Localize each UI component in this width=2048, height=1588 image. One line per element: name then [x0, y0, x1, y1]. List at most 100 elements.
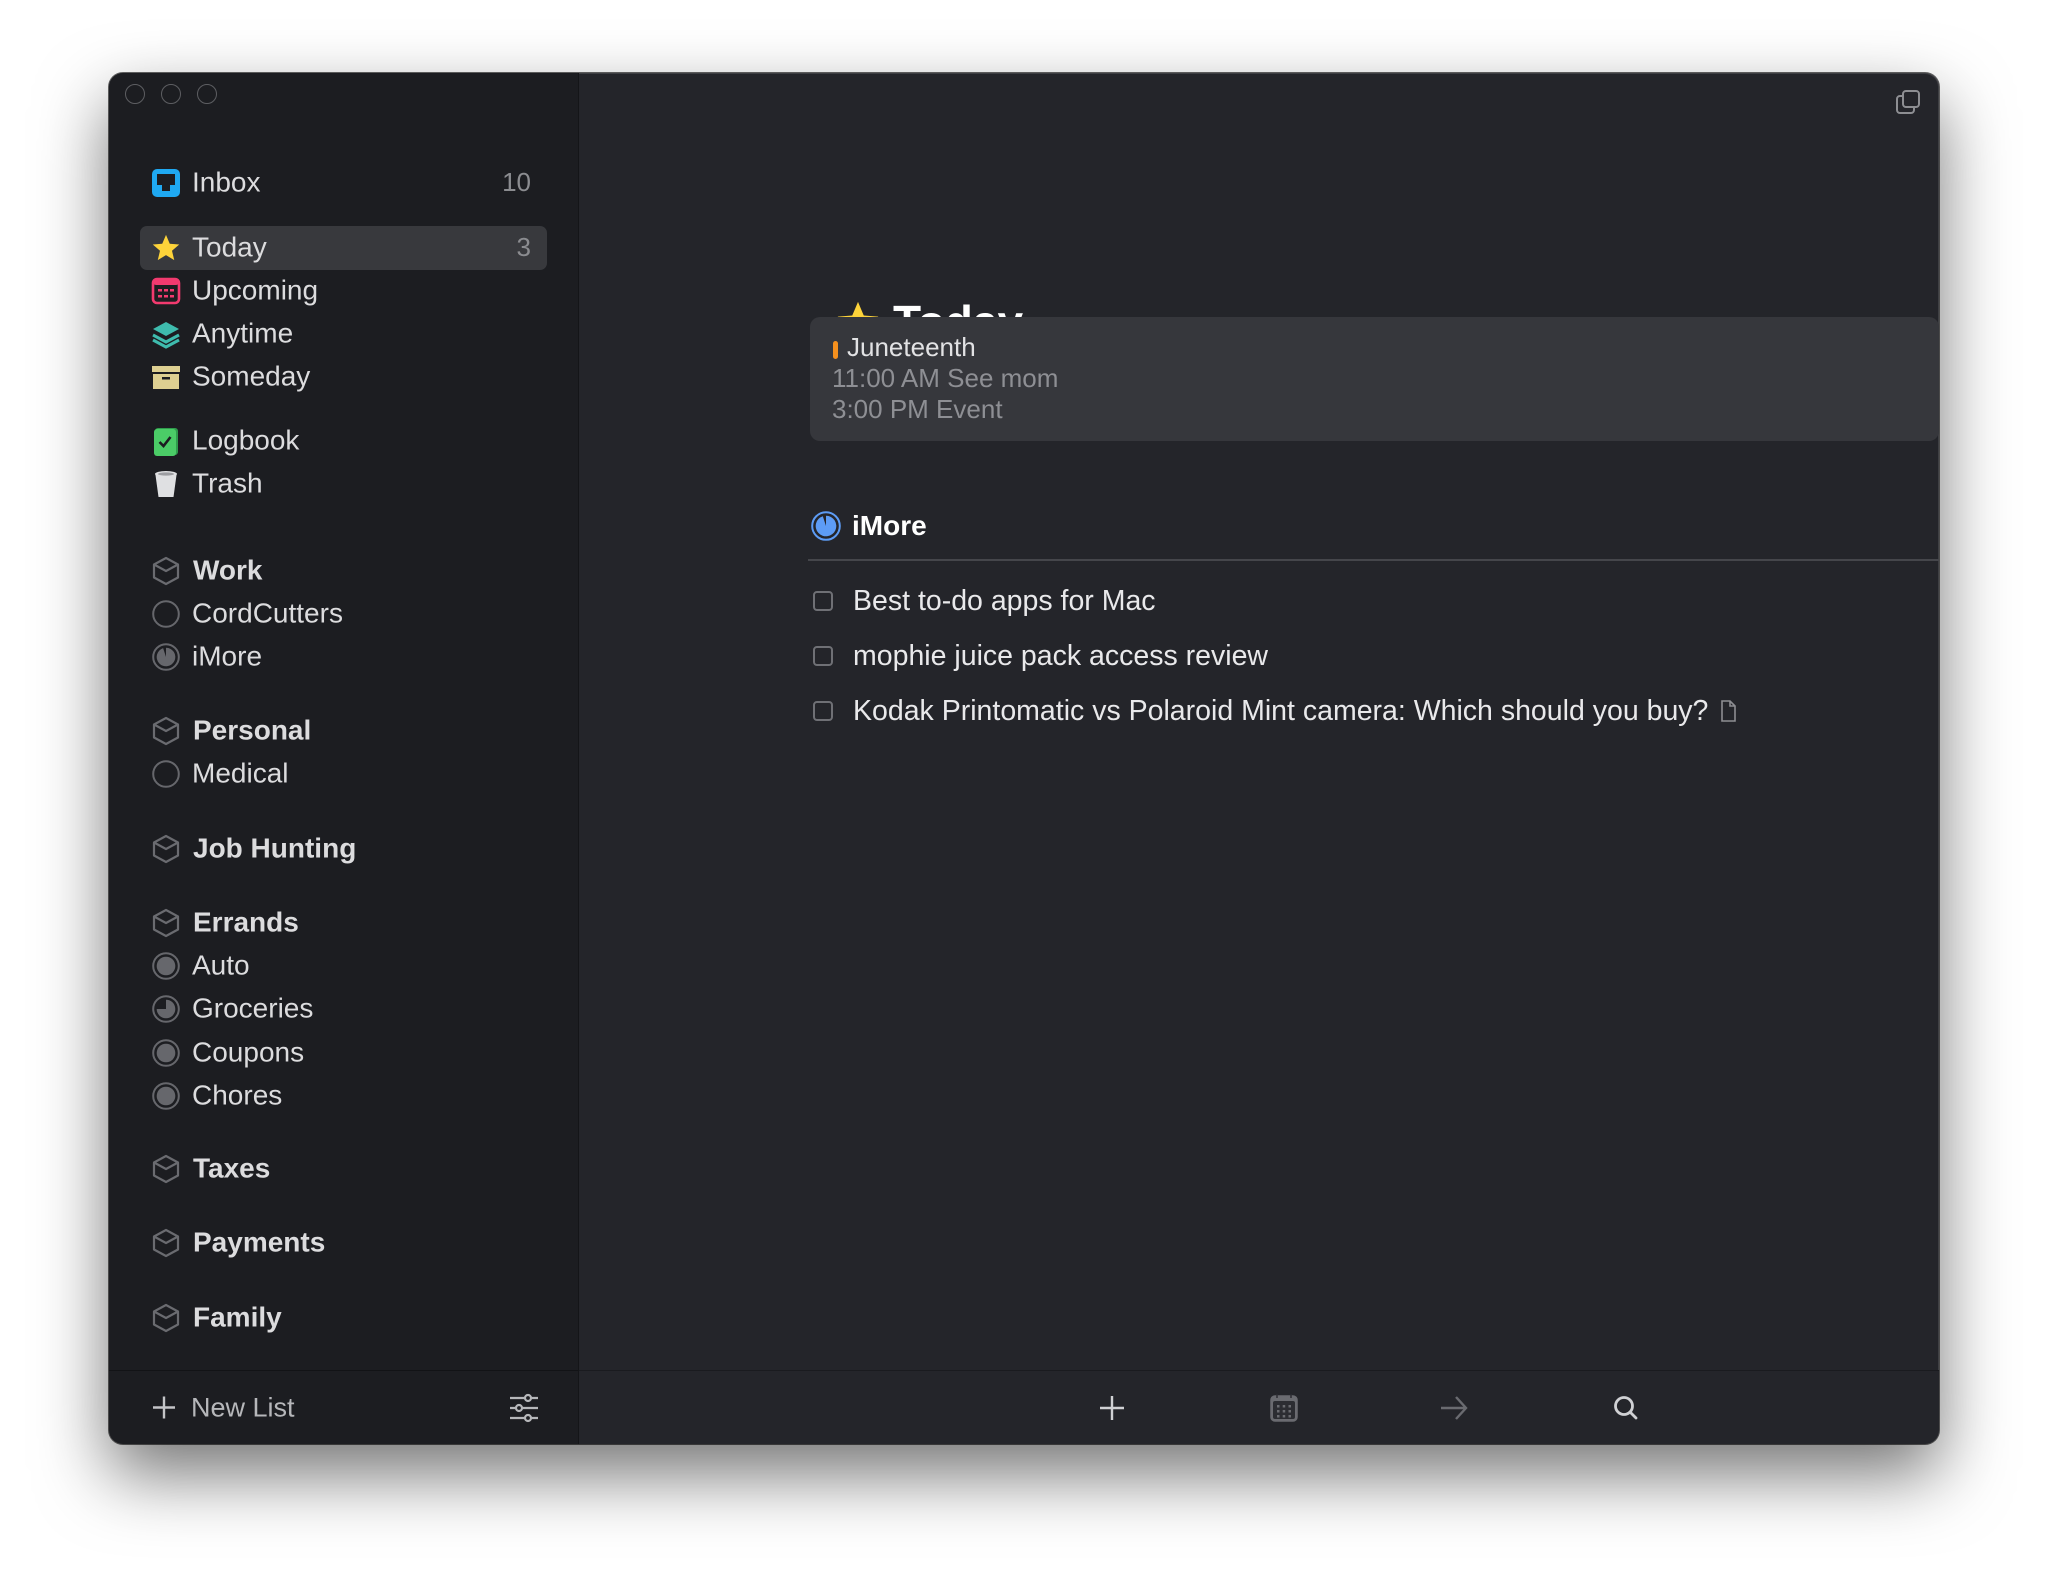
- star-icon: [151, 233, 181, 263]
- sidebar-item-today[interactable]: Today 3: [140, 226, 547, 270]
- sidebar-project-auto[interactable]: Auto: [140, 944, 547, 988]
- sidebar-area-personal[interactable]: Personal: [140, 709, 547, 753]
- sidebar-item-label: Today: [192, 231, 267, 263]
- sidebar-item-label: Errands: [193, 906, 299, 938]
- sidebar-project-cordcutters[interactable]: CordCutters: [140, 592, 547, 636]
- area-cube-icon: [151, 834, 181, 864]
- task-row[interactable]: Kodak Printomatic vs Polaroid Mint camer…: [810, 691, 1737, 731]
- sidebar-item-label: Upcoming: [192, 274, 319, 306]
- today-count-badge: 3: [516, 231, 531, 262]
- project-progress-icon: [151, 599, 181, 629]
- task-title: Best to-do apps for Mac: [853, 584, 1156, 617]
- project-progress-icon: [811, 511, 841, 541]
- sidebar-item-label: Medical: [192, 757, 289, 789]
- main-toolbar: [579, 1370, 1939, 1444]
- sidebar-project-chores[interactable]: Chores: [140, 1074, 547, 1118]
- task-checkbox[interactable]: [813, 646, 833, 666]
- sidebar: Inbox 10 Today 3 Upcoming Anytime Someda…: [109, 73, 579, 1444]
- sidebar-area-job-hunting[interactable]: Job Hunting: [140, 827, 547, 871]
- sidebar-item-anytime[interactable]: Anytime: [140, 312, 547, 356]
- plus-icon: [153, 1396, 175, 1419]
- add-task-button[interactable]: [1096, 1392, 1128, 1424]
- sidebar-project-coupons[interactable]: Coupons: [140, 1031, 547, 1075]
- layers-icon: [151, 319, 181, 349]
- sidebar-item-label: Family: [193, 1301, 282, 1333]
- task-title: Kodak Printomatic vs Polaroid Mint camer…: [853, 694, 1709, 727]
- project-name: iMore: [852, 510, 927, 541]
- sidebar-project-groceries[interactable]: Groceries: [140, 987, 547, 1031]
- calendar-icon: [151, 276, 181, 306]
- trash-icon: [151, 469, 181, 499]
- sidebar-item-someday[interactable]: Someday: [140, 355, 547, 399]
- sidebar-item-label: Taxes: [193, 1152, 271, 1184]
- new-list-button[interactable]: New List: [151, 1392, 295, 1423]
- sidebar-footer: New List: [109, 1370, 578, 1444]
- project-progress-icon: [151, 642, 181, 672]
- duplicate-window-icon[interactable]: [1895, 89, 1921, 115]
- sidebar-area-taxes[interactable]: Taxes: [140, 1147, 547, 1191]
- sidebar-item-label: Job Hunting: [193, 832, 357, 864]
- project-progress-icon: [151, 1081, 181, 1111]
- sidebar-item-upcoming[interactable]: Upcoming: [140, 269, 547, 313]
- inbox-icon: [151, 168, 181, 198]
- sidebar-item-label: Logbook: [192, 424, 300, 456]
- close-window-button[interactable]: [125, 84, 145, 104]
- sidebar-project-medical[interactable]: Medical: [140, 752, 547, 796]
- project-progress-icon: [151, 759, 181, 789]
- task-row[interactable]: Best to-do apps for Mac: [810, 581, 1156, 621]
- sidebar-item-label: Someday: [192, 360, 311, 392]
- sidebar-item-inbox[interactable]: Inbox 10: [140, 161, 547, 205]
- sidebar-item-label: Inbox: [192, 166, 261, 198]
- sidebar-item-label: Groceries: [192, 992, 314, 1024]
- sidebar-area-errands[interactable]: Errands: [140, 901, 547, 945]
- sidebar-item-label: Chores: [192, 1079, 283, 1111]
- area-cube-icon: [151, 1303, 181, 1333]
- sidebar-item-label: CordCutters: [192, 597, 343, 629]
- area-cube-icon: [151, 716, 181, 746]
- sidebar-item-label: Coupons: [192, 1036, 305, 1068]
- sidebar-item-logbook[interactable]: Logbook: [140, 419, 547, 463]
- area-cube-icon: [151, 1228, 181, 1258]
- sidebar-item-label: Trash: [192, 467, 263, 499]
- calendar-event: 3:00 PM Event: [832, 394, 1003, 424]
- calendar-schedule-button[interactable]: [1268, 1392, 1300, 1424]
- minimize-window-button[interactable]: [161, 84, 181, 104]
- all-day-event-marker: [833, 341, 838, 359]
- project-progress-icon: [151, 994, 181, 1024]
- archive-box-icon: [151, 362, 181, 392]
- sidebar-item-label: Auto: [192, 949, 250, 981]
- area-cube-icon: [151, 1154, 181, 1184]
- task-checkbox[interactable]: [813, 701, 833, 721]
- app-window: Inbox 10 Today 3 Upcoming Anytime Someda…: [109, 73, 1939, 1444]
- sidebar-item-label: Payments: [193, 1226, 326, 1258]
- inbox-count-badge: 10: [502, 166, 531, 197]
- filter-sliders-icon[interactable]: [508, 1392, 540, 1424]
- sidebar-item-trash[interactable]: Trash: [140, 462, 547, 506]
- all-day-event: Juneteenth: [847, 332, 976, 362]
- sidebar-item-label: Work: [193, 554, 263, 586]
- project-progress-icon: [151, 1038, 181, 1068]
- area-cube-icon: [151, 556, 181, 586]
- logbook-icon: [151, 426, 181, 456]
- sidebar-area-work[interactable]: Work: [140, 549, 547, 593]
- window-controls: [125, 84, 217, 104]
- task-checkbox[interactable]: [813, 591, 833, 611]
- sidebar-item-label: Anytime: [192, 317, 294, 349]
- sidebar-area-payments[interactable]: Payments: [140, 1221, 547, 1265]
- sidebar-item-label: iMore: [192, 640, 263, 672]
- calendar-event: 11:00 AM See mom: [832, 363, 1059, 393]
- calendar-events-card[interactable]: Juneteenth 11:00 AM See mom 3:00 PM Even…: [810, 317, 1939, 441]
- sidebar-item-label: Personal: [193, 714, 312, 746]
- sidebar-area-family[interactable]: Family: [140, 1296, 547, 1340]
- task-row[interactable]: mophie juice pack access review: [810, 636, 1268, 676]
- move-arrow-button[interactable]: [1438, 1392, 1470, 1424]
- project-section-header[interactable]: iMore: [808, 510, 1939, 561]
- project-progress-icon: [151, 951, 181, 981]
- search-button[interactable]: [1610, 1392, 1642, 1424]
- sidebar-project-imore[interactable]: iMore: [140, 635, 547, 679]
- main-pane: Today Juneteenth 11:00 AM See mom 3:00 P…: [579, 73, 1939, 1444]
- area-cube-icon: [151, 908, 181, 938]
- task-title: mophie juice pack access review: [853, 639, 1269, 672]
- zoom-window-button[interactable]: [197, 84, 217, 104]
- note-icon: [1721, 700, 1737, 722]
